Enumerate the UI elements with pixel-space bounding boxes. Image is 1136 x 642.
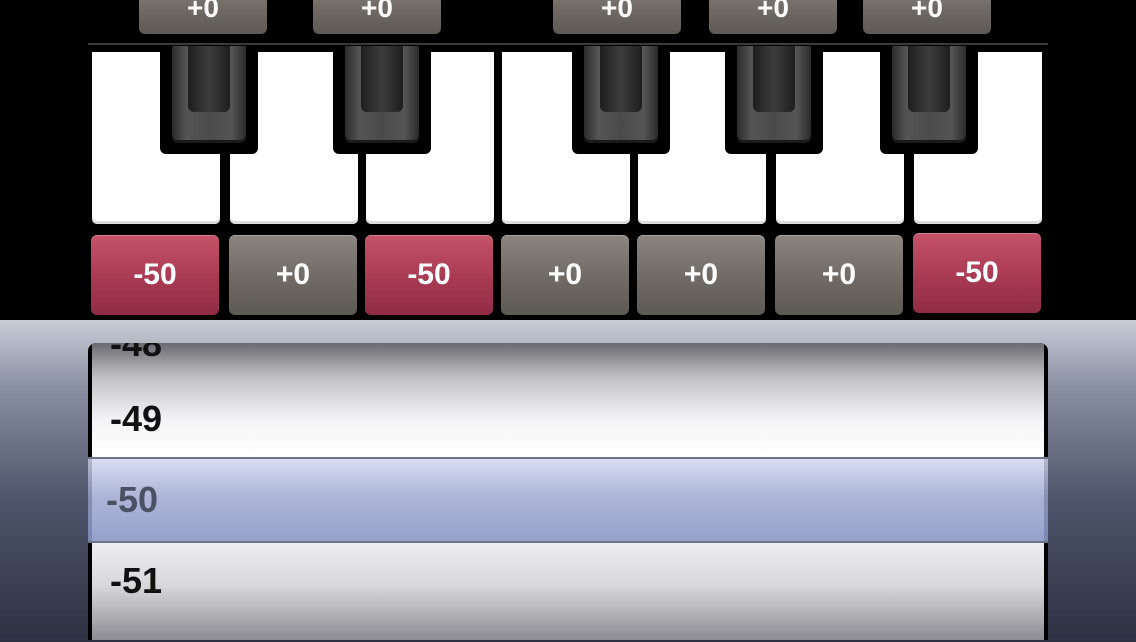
offset-button-2[interactable]: +0 — [229, 235, 357, 315]
top-offset-button-3[interactable]: +0 — [553, 0, 681, 34]
picker-selection-band: -50 — [88, 457, 1048, 543]
black-key-slot-5 — [880, 46, 978, 154]
value-picker[interactable]: -48 -49 -51 -50 — [88, 343, 1048, 640]
keyboard-divider — [88, 43, 1048, 45]
offset-button-6[interactable]: +0 — [775, 235, 903, 315]
offset-label: -50 — [955, 256, 999, 289]
black-key-slot-2 — [333, 46, 431, 154]
picker-row-selected[interactable]: -50 — [106, 479, 158, 521]
top-offset-label: +0 — [187, 0, 219, 23]
piano-keyboard — [88, 46, 1048, 230]
black-key-2[interactable] — [345, 46, 419, 140]
top-offset-button-2[interactable]: +0 — [313, 0, 441, 34]
black-key-4[interactable] — [737, 46, 811, 140]
top-offset-label: +0 — [757, 0, 789, 23]
offset-button-7[interactable]: -50 — [913, 233, 1041, 313]
black-key-5[interactable] — [892, 46, 966, 140]
offset-button-5[interactable]: +0 — [637, 235, 765, 315]
top-offset-button-1[interactable]: +0 — [139, 0, 267, 34]
offset-label: +0 — [821, 258, 857, 291]
top-offset-button-5[interactable]: +0 — [863, 0, 991, 34]
top-offset-label: +0 — [911, 0, 943, 23]
top-offset-label: +0 — [361, 0, 393, 23]
offset-button-3[interactable]: -50 — [365, 235, 493, 315]
picker-row-above-partial[interactable]: -48 — [110, 343, 162, 365]
offset-label: +0 — [547, 258, 583, 291]
black-key-slot-1 — [160, 46, 258, 154]
black-key-3[interactable] — [584, 46, 658, 140]
offset-button-1[interactable]: -50 — [91, 235, 219, 315]
offset-button-4[interactable]: +0 — [501, 235, 629, 315]
offset-label: +0 — [683, 258, 719, 291]
offset-label: -50 — [133, 258, 177, 291]
top-offset-button-4[interactable]: +0 — [709, 0, 837, 34]
black-key-slot-3 — [572, 46, 670, 154]
picker-row-above[interactable]: -49 — [110, 398, 162, 440]
black-key-slot-4 — [725, 46, 823, 154]
picker-row-below[interactable]: -51 — [110, 560, 162, 602]
offset-label: +0 — [275, 258, 311, 291]
black-key-1[interactable] — [172, 46, 246, 140]
top-offset-label: +0 — [601, 0, 633, 23]
offset-label: -50 — [407, 258, 451, 291]
